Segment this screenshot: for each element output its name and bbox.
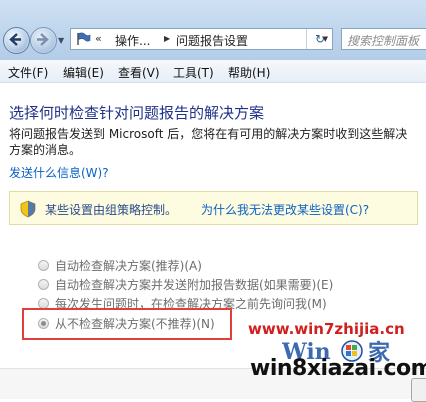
partial-button[interactable] xyxy=(411,378,426,402)
back-arrow-icon xyxy=(9,33,21,46)
why-cannot-change-link[interactable]: 为什么我无法更改某些设置(C)? xyxy=(201,201,369,218)
menu-view[interactable]: 查看(V) xyxy=(118,64,160,81)
page-description: 将问题报告发送到 Microsoft 后，您将在有可用的解决方案时收到这些解决方… xyxy=(9,127,408,157)
shield-info-icon xyxy=(20,200,36,218)
group-policy-infobar: 某些设置由组策略控制。 为什么我无法更改某些设置(C)? xyxy=(9,191,418,225)
menu-edit[interactable]: 编辑(E) xyxy=(63,64,104,81)
watermark-site2: win8xiazai.com xyxy=(250,356,426,381)
option-label: 自动检查解决方案(推荐)(A) xyxy=(55,259,202,273)
send-info-link[interactable]: 发送什么信息(W)? xyxy=(9,164,109,181)
option-auto-check[interactable]: 自动检查解决方案(推荐)(A) xyxy=(38,257,202,274)
refresh-button[interactable]: ↻ xyxy=(306,29,333,49)
radio-auto-check-send-data[interactable] xyxy=(38,279,49,290)
refresh-icon: ↻ xyxy=(314,32,326,46)
recent-pages-dropdown-icon[interactable]: ▼ xyxy=(58,36,64,45)
menu-bar: 文件(F) 编辑(E) 查看(V) 工具(T) 帮助(H) xyxy=(0,60,426,83)
breadcrumb-item-problem-report-settings[interactable]: 问题报告设置 xyxy=(176,32,248,49)
navigation-bar: ▼ « 操作... ▶ 问题报告设置 ▼ ↻ 搜索控制面板 xyxy=(0,0,426,61)
breadcrumb-item-operations[interactable]: 操作... xyxy=(115,32,150,49)
menu-file[interactable]: 文件(F) xyxy=(8,64,48,81)
address-bar[interactable]: « 操作... ▶ 问题报告设置 ▼ xyxy=(70,28,333,50)
forward-arrow-icon xyxy=(37,33,49,46)
menu-help[interactable]: 帮助(H) xyxy=(228,64,270,81)
breadcrumb-overflow[interactable]: « xyxy=(95,32,102,45)
menu-tools[interactable]: 工具(T) xyxy=(173,64,214,81)
breadcrumb-separator-icon[interactable]: ▶ xyxy=(164,34,170,43)
page-title: 选择何时检查针对问题报告的解决方案 xyxy=(9,104,265,122)
search-input[interactable]: 搜索控制面板 xyxy=(341,28,426,50)
option-label: 自动检查解决方案并发送附加报告数据(如果需要)(E) xyxy=(55,278,334,292)
infobar-text: 某些设置由组策略控制。 xyxy=(45,203,178,217)
forward-button[interactable] xyxy=(30,27,57,54)
option-auto-check-send-data[interactable]: 自动检查解决方案并发送附加报告数据(如果需要)(E) xyxy=(38,276,333,293)
back-button[interactable] xyxy=(3,27,30,54)
action-center-flag-icon xyxy=(77,32,91,45)
highlight-box xyxy=(22,308,232,340)
radio-auto-check[interactable] xyxy=(38,260,49,271)
watermark-site1: www.win7zhijia.cn xyxy=(248,320,405,338)
